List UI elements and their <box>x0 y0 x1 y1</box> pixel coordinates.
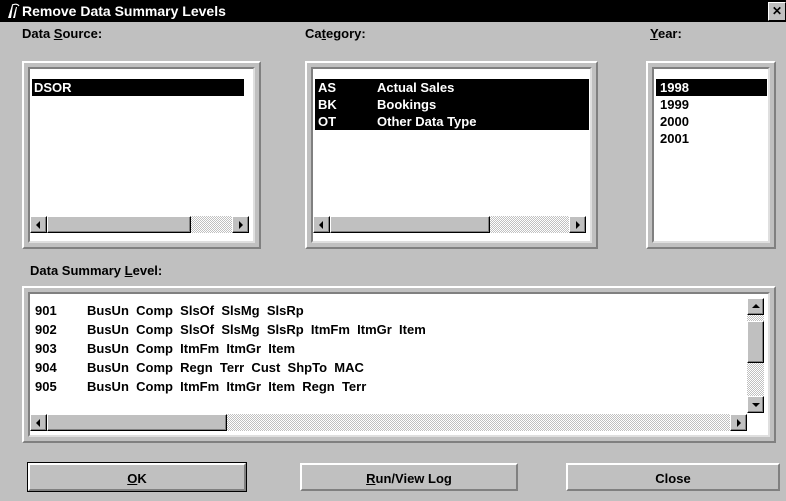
list-item[interactable]: OT Other Data Type <box>315 113 589 130</box>
arrow-left-icon <box>319 221 323 229</box>
table-row[interactable]: 903 BusUn Comp ItmFm ItmGr Item <box>32 340 732 357</box>
year-list[interactable]: 1998 1999 2000 2001 <box>652 67 770 243</box>
scroll-thumb[interactable] <box>47 216 191 233</box>
list-item[interactable]: 1998 <box>656 79 767 96</box>
title-bar: Remove Data Summary Levels ✕ <box>0 0 786 22</box>
window-title: Remove Data Summary Levels <box>22 3 226 19</box>
category-list[interactable]: AS Actual Sales BK Bookings OT Other Data T… <box>311 67 592 243</box>
scroll-left-button[interactable] <box>30 216 47 233</box>
horizontal-scrollbar[interactable] <box>30 414 747 431</box>
scroll-right-button[interactable] <box>569 216 586 233</box>
list-item[interactable]: DSOR <box>32 79 244 96</box>
arrow-right-icon <box>576 221 580 229</box>
arrow-left-icon <box>36 221 40 229</box>
table-row[interactable]: 902 BusUn Comp SlsOf SlsMg SlsRp ItmFm It… <box>32 321 732 338</box>
scroll-left-button[interactable] <box>313 216 330 233</box>
summary-level-label: Data Summary Level: <box>30 263 163 278</box>
list-item[interactable]: 2001 <box>656 130 767 147</box>
ok-button[interactable]: OK <box>27 462 247 492</box>
table-row[interactable]: 904 BusUn Comp Regn Terr Cust ShpTo MAC <box>32 359 732 376</box>
arrow-right-icon <box>239 221 243 229</box>
table-row[interactable]: 905 BusUn Comp ItmFm ItmGr Item Regn Terr <box>32 378 732 395</box>
category-label: Category: <box>305 26 366 41</box>
horizontal-scrollbar[interactable] <box>30 216 249 233</box>
data-source-list[interactable]: DSOR <box>28 67 255 243</box>
scroll-thumb[interactable] <box>330 216 490 233</box>
scroll-thumb[interactable] <box>747 321 764 363</box>
summary-level-list[interactable]: 901 BusUn Comp SlsOf SlsMg SlsRp 902 BusUn… <box>28 292 770 437</box>
close-button[interactable]: Close <box>566 463 780 491</box>
close-icon: ✕ <box>771 4 783 18</box>
vertical-scrollbar[interactable] <box>747 298 764 413</box>
year-label: Year: <box>650 26 682 41</box>
app-icon <box>8 3 20 18</box>
close-window-button[interactable]: ✕ <box>768 2 786 21</box>
scroll-right-button[interactable] <box>232 216 249 233</box>
run-view-log-button[interactable]: Run/View Log <box>300 463 518 491</box>
scroll-thumb[interactable] <box>47 414 227 431</box>
list-item[interactable]: 2000 <box>656 113 767 130</box>
list-item[interactable]: 1999 <box>656 96 767 113</box>
scroll-right-button[interactable] <box>730 414 747 431</box>
list-item[interactable]: AS Actual Sales <box>315 79 589 96</box>
scroll-left-button[interactable] <box>30 414 47 431</box>
scroll-down-button[interactable] <box>747 396 764 413</box>
data-source-label: Data Source: <box>22 26 103 41</box>
arrow-right-icon <box>737 419 741 427</box>
arrow-up-icon <box>752 304 760 308</box>
horizontal-scrollbar[interactable] <box>313 216 586 233</box>
arrow-down-icon <box>752 403 760 407</box>
scroll-up-button[interactable] <box>747 298 764 315</box>
table-row[interactable]: 901 BusUn Comp SlsOf SlsMg SlsRp <box>32 302 732 319</box>
list-item[interactable]: BK Bookings <box>315 96 589 113</box>
arrow-left-icon <box>36 419 40 427</box>
